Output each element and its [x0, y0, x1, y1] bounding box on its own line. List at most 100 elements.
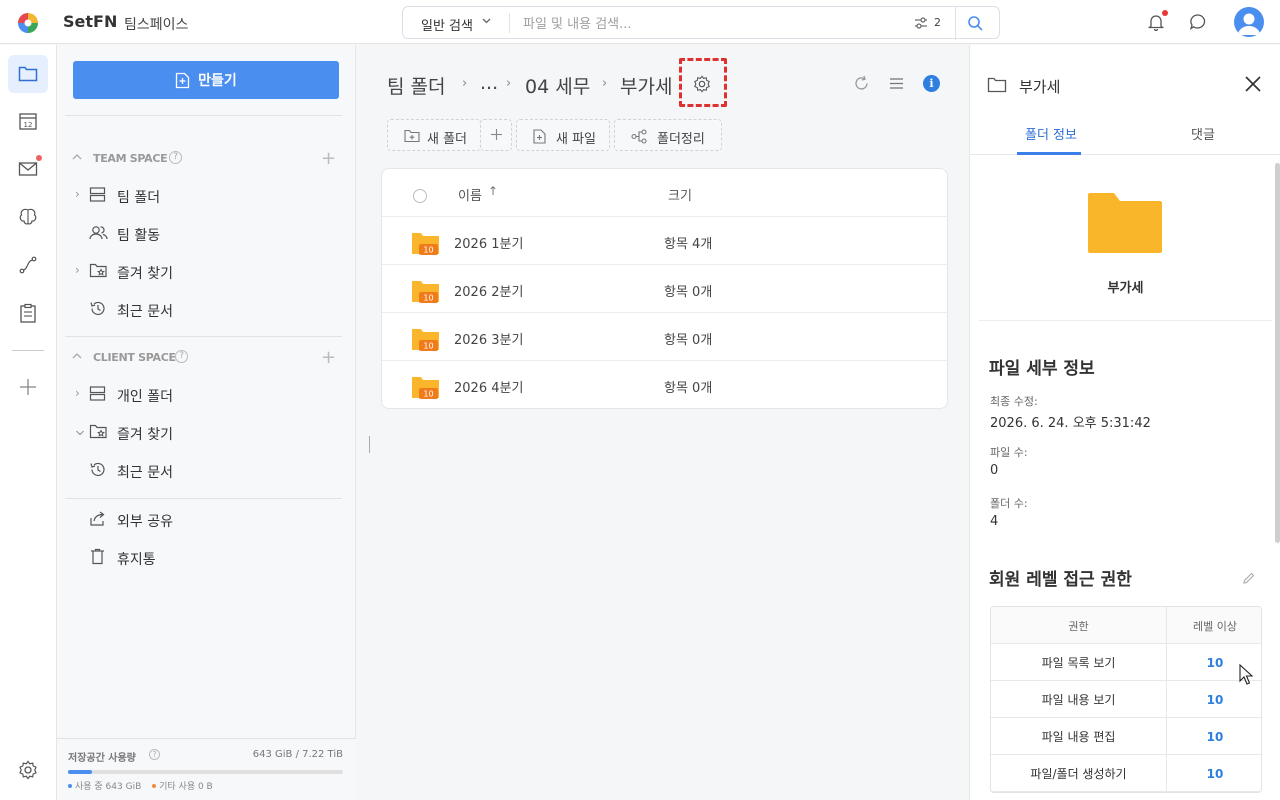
search-bar: 일반 검색 2: [402, 6, 1000, 40]
breadcrumb-parent[interactable]: 04 세무: [525, 72, 590, 99]
bell-icon[interactable]: [1147, 13, 1165, 31]
sidebar-item-label: 최근 문서: [117, 304, 173, 320]
sidebar-item-label: 팀 폴더: [117, 190, 161, 206]
filter-count: 2: [934, 16, 941, 29]
level-badge: 10: [423, 246, 433, 255]
folder-icon: 10: [412, 233, 439, 255]
chevron-down-icon[interactable]: [481, 15, 492, 29]
sort-arrow-up-icon[interactable]: ↑: [488, 184, 498, 198]
column-level: 레벨 이상: [1193, 619, 1237, 633]
breadcrumb-current: 부가세: [620, 76, 673, 98]
folder-count-value: 4: [990, 514, 999, 529]
star-folder-icon: [89, 263, 107, 278]
chevron-right-icon: ›: [602, 76, 608, 91]
divider: [65, 115, 342, 116]
logo-icon[interactable]: [17, 12, 39, 34]
select-all-checkbox[interactable]: [413, 189, 427, 203]
history-icon: [90, 462, 105, 477]
table-row[interactable]: 10 2026 4분기 항목 0개: [382, 361, 947, 408]
file-size: 항목 0개: [664, 333, 713, 348]
notification-dot: [1162, 10, 1168, 16]
search-icon[interactable]: [967, 15, 984, 32]
permission-level[interactable]: 10: [1167, 718, 1261, 755]
history-icon: [90, 301, 105, 316]
rail-workflow[interactable]: [8, 246, 48, 284]
new-file-button[interactable]: 새 파일: [516, 119, 610, 151]
table-row[interactable]: 10 2026 1분기 항목 4개: [382, 217, 947, 265]
help-icon[interactable]: ?: [169, 151, 182, 164]
info-icon[interactable]: i: [923, 75, 940, 92]
refresh-icon[interactable]: [853, 75, 870, 92]
file-details-heading: 파일 세부 정보: [989, 359, 1095, 379]
breadcrumb-root[interactable]: 팀 폴더: [387, 72, 445, 99]
filter-icon[interactable]: [913, 15, 929, 31]
pencil-icon[interactable]: [1242, 571, 1256, 585]
sidebar-item-personal-folder[interactable]: › 개인 폴더: [71, 380, 341, 410]
permission-level[interactable]: 10: [1167, 681, 1261, 718]
organize-folder-button[interactable]: 폴더정리: [614, 119, 722, 151]
search-input[interactable]: [523, 14, 903, 34]
top-bar: SetFN 팀스페이스 일반 검색 2: [0, 0, 1280, 44]
sidebar-item-label: 휴지통: [117, 552, 156, 568]
sidebar-item-team-recent[interactable]: 최근 문서: [71, 295, 341, 325]
sidebar-item-client-favorites[interactable]: 즐겨 찾기: [71, 418, 341, 448]
sidebar-item-external-share[interactable]: 외부 공유: [71, 505, 341, 535]
tab-comments[interactable]: 댓글: [1191, 124, 1215, 143]
client-space-header[interactable]: CLIENT SPACE ? +: [71, 347, 341, 368]
breadcrumb-ellipsis[interactable]: ...: [480, 72, 498, 94]
add-icon[interactable]: +: [321, 148, 336, 169]
more-create-button[interactable]: [480, 119, 512, 151]
sidebar-item-team-folder[interactable]: › 팀 폴더: [71, 181, 341, 211]
avatar[interactable]: [1234, 7, 1264, 37]
rail-clipboard[interactable]: [8, 294, 48, 332]
permission-table: 권한 레벨 이상 파일 목록 보기 10 파일 내용 보기 10 파일 내용 편…: [990, 606, 1262, 793]
storage-used: 사용 중 643 GiB: [75, 782, 142, 792]
new-folder-icon: [404, 129, 420, 143]
sidebar: 만들기 TEAM SPACE ? + › 팀 폴더 팀 활동 › 즐겨 찾기 최…: [57, 45, 356, 800]
sidebar-item-client-recent[interactable]: 최근 문서: [71, 456, 341, 486]
sidebar-item-team-favorites[interactable]: › 즐겨 찾기: [71, 257, 341, 287]
new-file-icon: [176, 72, 190, 88]
organize-label: 폴더정리: [657, 132, 705, 147]
rail-settings[interactable]: [8, 751, 48, 789]
folder-name: 부가세: [1107, 281, 1144, 296]
help-icon[interactable]: ?: [149, 749, 160, 760]
scrollbar[interactable]: [1275, 163, 1280, 543]
rail-mail[interactable]: [8, 150, 48, 188]
list-view-icon[interactable]: [888, 75, 905, 92]
tab-folder-info[interactable]: 폴더 정보: [1025, 124, 1077, 143]
chevron-right-icon: ›: [462, 76, 468, 91]
rail-files[interactable]: [8, 55, 48, 93]
rail-calendar[interactable]: 12: [8, 102, 48, 140]
modified-label: 최종 수정:: [990, 395, 1038, 408]
rail-add[interactable]: [8, 368, 48, 406]
new-folder-label: 새 폴더: [427, 132, 468, 147]
chevron-right-icon: ›: [75, 187, 80, 201]
table-row[interactable]: 10 2026 2분기 항목 0개: [382, 265, 947, 313]
table-row[interactable]: 10 2026 3분기 항목 0개: [382, 313, 947, 361]
sidebar-item-team-activity[interactable]: 팀 활동: [71, 219, 341, 249]
add-icon[interactable]: +: [321, 347, 336, 368]
active-tab-indicator: [1017, 152, 1081, 155]
storage-progress-bar: [68, 770, 343, 774]
column-name[interactable]: 이름: [458, 185, 482, 204]
create-button-label: 만들기: [198, 73, 237, 89]
team-space-header[interactable]: TEAM SPACE ? +: [71, 148, 341, 169]
close-icon[interactable]: [1243, 74, 1263, 94]
folder-settings-gear-icon[interactable]: [693, 75, 711, 93]
resize-handle[interactable]: [369, 436, 370, 453]
table-row: 파일 내용 보기 10: [991, 681, 1261, 718]
new-folder-button[interactable]: 새 폴더: [387, 119, 481, 151]
column-size[interactable]: 크기: [668, 185, 692, 204]
divider: [979, 320, 1272, 321]
create-button[interactable]: 만들기: [73, 61, 339, 99]
divider: [65, 498, 342, 499]
sidebar-item-trash[interactable]: 휴지통: [71, 543, 341, 573]
chat-icon[interactable]: [1189, 13, 1207, 31]
search-type-select[interactable]: 일반 검색: [421, 15, 473, 34]
rail-ai[interactable]: [8, 198, 48, 236]
folder-icon: [987, 77, 1007, 93]
permission-level[interactable]: 10: [1167, 755, 1261, 792]
help-icon[interactable]: ?: [175, 350, 188, 363]
sidebar-item-label: 개인 폴더: [117, 389, 173, 405]
